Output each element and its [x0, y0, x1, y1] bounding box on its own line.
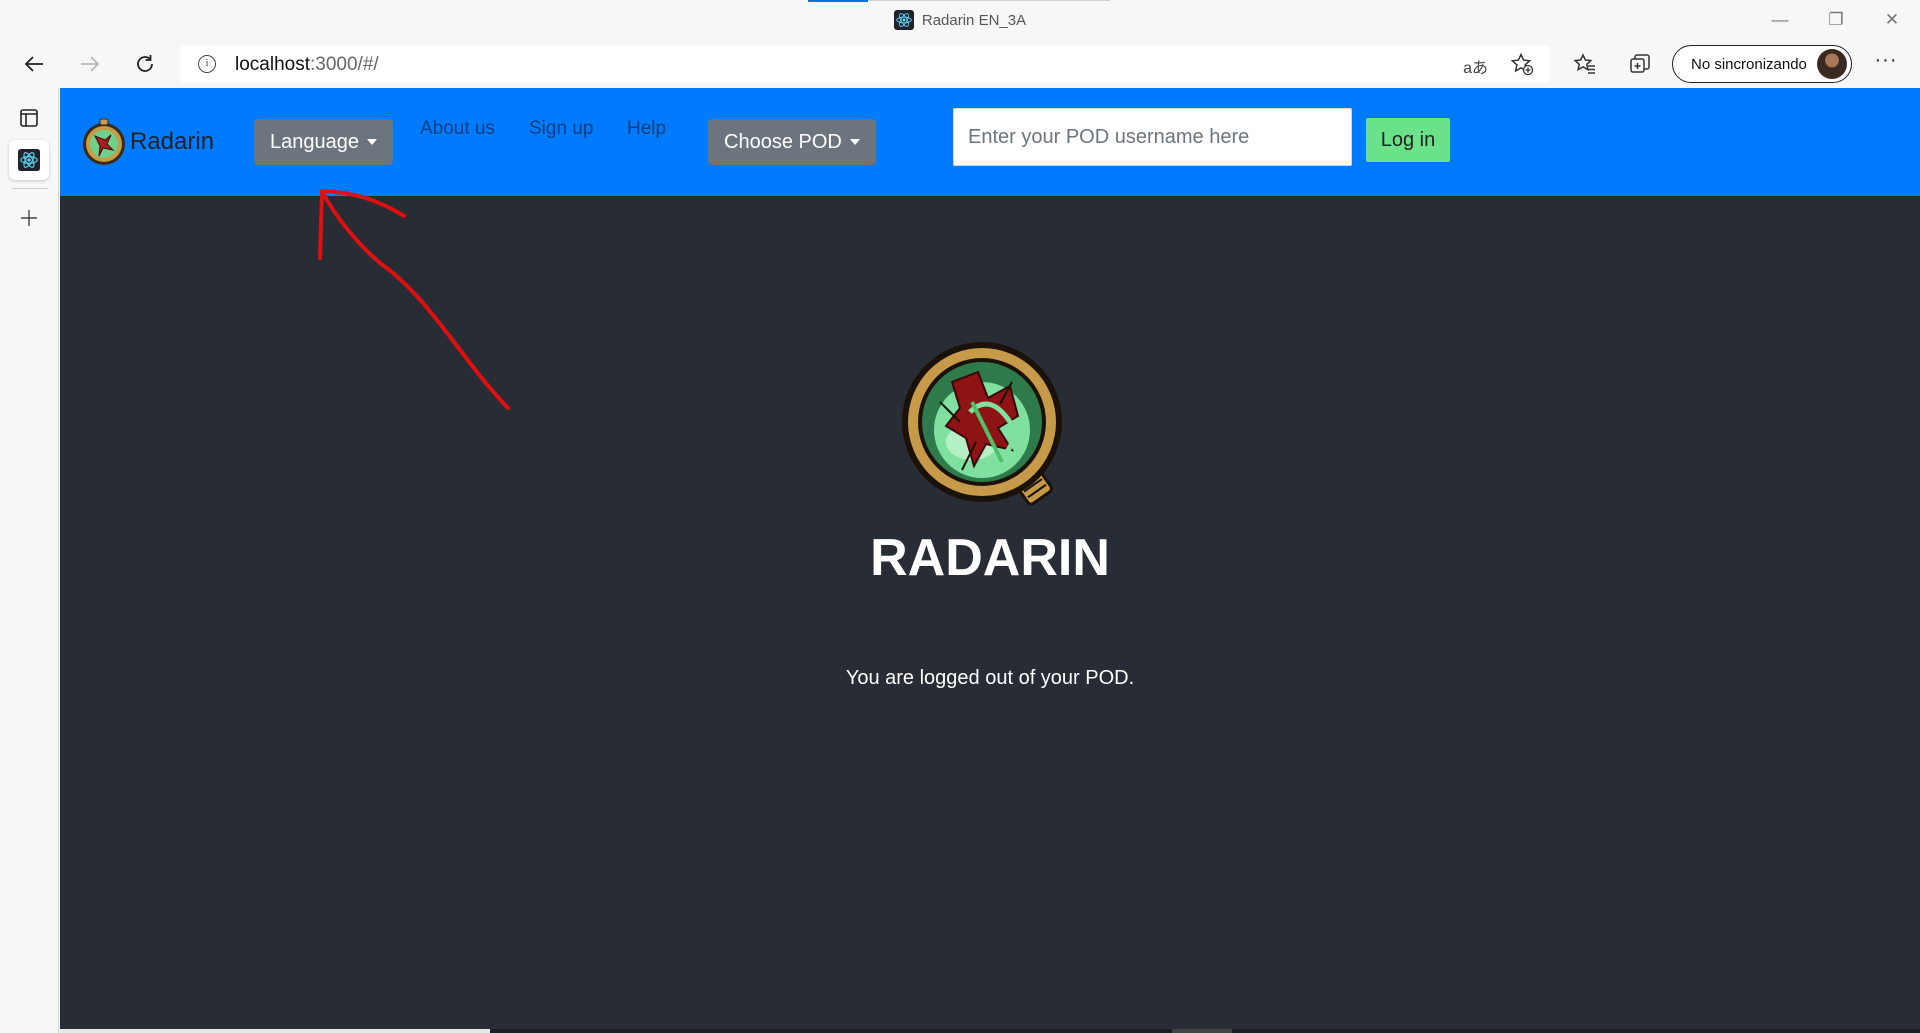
radarin-logo-icon — [83, 118, 125, 165]
language-label: Language — [270, 130, 359, 153]
login-button[interactable]: Log in — [1366, 118, 1450, 162]
refresh-button[interactable] — [127, 46, 163, 82]
radarin-hero-logo — [902, 342, 1062, 506]
add-favorite-icon[interactable] — [1510, 52, 1534, 81]
restore-button[interactable]: ❐ — [1808, 0, 1864, 40]
read-aloud-icon[interactable]: aあ — [1463, 54, 1488, 78]
address-bar[interactable]: i localhost:3000/#/ aあ — [180, 45, 1550, 83]
url-host: localhost — [235, 54, 310, 75]
react-tab-icon[interactable] — [9, 140, 49, 180]
choose-pod-dropdown-button[interactable]: Choose POD — [708, 119, 876, 165]
chevron-down-icon — [366, 139, 377, 145]
favorites-icon[interactable] — [1571, 50, 1599, 78]
sidebar-divider — [12, 188, 48, 189]
page-title: RADARIN — [870, 529, 1110, 587]
nav-link-about-us[interactable]: About us — [420, 118, 495, 140]
horizontal-scrollbar[interactable] — [60, 1029, 1920, 1033]
page-viewport: Radarin Language About us Sign up Help C… — [60, 88, 1920, 1033]
back-arrow-icon — [24, 56, 43, 72]
navbar-brand[interactable]: Radarin — [80, 118, 214, 166]
url-text[interactable]: localhost:3000/#/ — [235, 54, 379, 76]
window-title-area: Radarin EN_3A — [0, 0, 1920, 40]
chevron-down-icon — [849, 139, 860, 145]
profile-label: No sincronizando — [1691, 55, 1807, 73]
refresh-icon — [137, 55, 153, 72]
pod-username-placeholder: Enter your POD username here — [968, 125, 1250, 148]
minimize-button[interactable]: — — [1752, 0, 1808, 40]
scrollbar-thumb-mid[interactable] — [1172, 1029, 1232, 1033]
forward-button[interactable] — [72, 46, 108, 82]
browser-titlebar: Radarin EN_3A — ❐ ✕ — [0, 0, 1920, 40]
scrollbar-thumb-left[interactable] — [60, 1029, 490, 1033]
tab-actions-icon[interactable] — [9, 98, 49, 138]
browser-toolbar: i localhost:3000/#/ aあ No sincronizando … — [0, 40, 1920, 88]
vertical-tabs-sidebar — [0, 88, 59, 1033]
collections-icon[interactable] — [1626, 50, 1654, 78]
language-dropdown-button[interactable]: Language — [254, 119, 393, 165]
site-navbar: Radarin Language About us Sign up Help C… — [60, 88, 1920, 196]
nav-link-sign-up[interactable]: Sign up — [529, 118, 593, 140]
url-path: :3000/#/ — [310, 54, 379, 75]
pod-username-input[interactable]: Enter your POD username here — [953, 108, 1352, 166]
profile-button[interactable]: No sincronizando — [1672, 45, 1852, 83]
login-status-text: You are logged out of your POD. — [845, 667, 1135, 689]
back-button[interactable] — [16, 46, 52, 82]
choose-pod-label: Choose POD — [724, 130, 842, 153]
settings-more-button[interactable]: ··· — [1868, 50, 1904, 78]
nav-link-help[interactable]: Help — [627, 118, 666, 140]
info-icon[interactable]: i — [198, 55, 216, 73]
forward-arrow-icon — [81, 56, 100, 72]
window-title: Radarin EN_3A — [921, 11, 1027, 29]
close-window-button[interactable]: ✕ — [1864, 0, 1920, 40]
react-favicon-icon — [893, 10, 914, 30]
avatar — [1817, 49, 1847, 79]
window-controls: — ❐ ✕ — [1752, 0, 1920, 40]
brand-name: Radarin — [130, 128, 215, 155]
new-tab-icon[interactable] — [9, 198, 49, 238]
